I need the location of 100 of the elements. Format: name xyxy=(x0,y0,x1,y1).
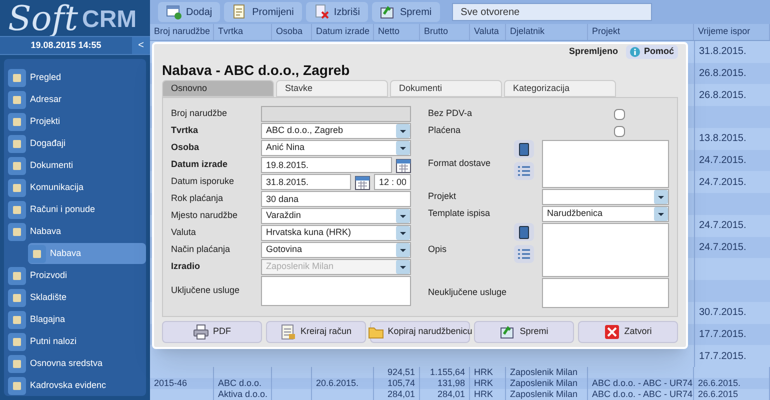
toolbar-button[interactable]: Promijeni xyxy=(224,2,302,22)
dropdown[interactable]: Varaždin xyxy=(261,208,411,224)
menu-item[interactable]: Nabava xyxy=(8,221,146,242)
field-label: Projekt xyxy=(428,190,458,204)
menu-item[interactable]: Blagajna xyxy=(8,309,146,330)
menu-item[interactable]: Događaji xyxy=(8,133,146,154)
dialog-button[interactable]: Spremi xyxy=(474,321,574,343)
text-area[interactable] xyxy=(542,278,669,308)
table-cell: Zaposlenik Milan xyxy=(506,389,588,400)
menu-item[interactable]: Nabava xyxy=(28,243,146,264)
field-label: Mjesto narudžbe xyxy=(171,209,239,222)
field-label: Tvrtka xyxy=(171,124,200,138)
dialog-button[interactable]: Kopiraj narudžbenicu xyxy=(370,321,470,343)
tile-icon xyxy=(28,244,46,262)
table-cell: 26.6.2015 xyxy=(694,389,770,400)
menu-item[interactable]: Kadrovska evidenc xyxy=(8,375,146,396)
field-label: Template ispisa xyxy=(428,207,492,220)
book-button[interactable] xyxy=(514,223,534,241)
column-header[interactable]: Broj narudžbe xyxy=(150,24,214,40)
input-field[interactable]: 31.8.2015. xyxy=(261,174,351,190)
tile-icon xyxy=(8,156,26,174)
toolbar-button[interactable]: Dodaj xyxy=(158,2,220,22)
menu-item[interactable]: Dokumenti xyxy=(8,155,146,176)
field-label: Datum izrade xyxy=(171,158,229,172)
column-header[interactable]: Osoba xyxy=(272,24,312,40)
tile-icon xyxy=(8,68,26,86)
tab[interactable]: Kategorizacija xyxy=(504,80,616,97)
filter-dropdown[interactable]: Sve otvorene xyxy=(452,3,652,21)
field-label: Plaćena xyxy=(428,124,462,138)
menu-item[interactable]: Projekti xyxy=(8,111,146,132)
field-label: Datum isporuke xyxy=(171,175,236,188)
tile-icon xyxy=(8,354,26,372)
dropdown[interactable]: Gotovina xyxy=(261,242,411,258)
column-header[interactable]: Valuta xyxy=(470,24,506,40)
save-arrow-icon xyxy=(500,324,516,340)
dialog-button[interactable]: Kreiraj račun xyxy=(266,321,366,343)
field-label: Izradio xyxy=(171,260,202,274)
list-icon xyxy=(518,166,530,176)
column-header[interactable]: Djelatnik xyxy=(506,24,588,40)
text-area[interactable] xyxy=(261,276,411,306)
menu-item[interactable]: Adresar xyxy=(8,89,146,110)
column-header[interactable]: Netto xyxy=(374,24,420,40)
tile-icon xyxy=(8,288,26,306)
toolbar-button[interactable]: Izbriši xyxy=(306,2,368,22)
dropdown[interactable]: Hrvatska kuna (HRK) xyxy=(261,225,411,241)
tab[interactable]: Osnovno xyxy=(162,80,274,97)
menu-item[interactable]: Proizvodi xyxy=(8,265,146,286)
collapse-button[interactable]: < xyxy=(132,36,150,54)
menu-item[interactable]: Komunikacija xyxy=(8,177,146,198)
menu-item[interactable]: Računi i ponude xyxy=(8,199,146,220)
input-field[interactable]: 12 : 00 xyxy=(374,174,411,190)
info-icon xyxy=(630,47,640,57)
dropdown[interactable]: ABC d.o.o., Zagreb xyxy=(261,123,411,139)
checkbox[interactable] xyxy=(614,108,625,120)
table-cell: Aktiva d.o.o. xyxy=(214,389,272,400)
dialog-button[interactable]: Zatvori xyxy=(578,321,678,343)
input-field[interactable]: 19.8.2015. xyxy=(261,157,392,173)
menu-item[interactable]: Osnovna sredstva xyxy=(8,353,146,374)
text-area[interactable] xyxy=(542,140,669,188)
calendar-icon xyxy=(355,174,370,190)
menu-item[interactable]: Skladište xyxy=(8,287,146,308)
column-header[interactable]: Projekt xyxy=(588,24,694,40)
book-icon xyxy=(519,142,529,156)
field-label: Rok plaćanja xyxy=(171,192,224,206)
tile-icon xyxy=(8,112,26,130)
table-cell: ABC d.o.o. - ABC - UR74 xyxy=(588,389,694,400)
column-header[interactable]: Tvrtka xyxy=(214,24,272,40)
calendar-icon xyxy=(396,158,411,172)
document-icon xyxy=(280,324,296,340)
save-arrow-icon xyxy=(380,4,396,20)
dropdown[interactable]: Narudžbenica xyxy=(542,206,669,222)
tile-icon xyxy=(8,134,26,152)
save-status: Spremljeno xyxy=(568,45,618,58)
field-label: Uključene usluge xyxy=(171,284,241,298)
menu-item[interactable]: Putni nalozi xyxy=(8,331,146,352)
list-button[interactable] xyxy=(514,245,534,263)
column-header[interactable]: Datum izrade xyxy=(312,24,374,40)
close-icon xyxy=(604,324,620,340)
tab[interactable]: Dokumenti xyxy=(390,80,502,97)
tab[interactable]: Stavke xyxy=(276,80,388,97)
dialog-button[interactable]: PDF xyxy=(162,321,262,343)
field-label: Način plaćanja xyxy=(171,243,232,256)
column-header[interactable]: Brutto xyxy=(420,24,470,40)
help-button[interactable]: Pomoć xyxy=(626,45,678,59)
tile-icon xyxy=(8,332,26,350)
text-area[interactable] xyxy=(542,223,669,277)
list-button[interactable] xyxy=(514,162,534,180)
tile-icon xyxy=(8,310,26,328)
tile-icon xyxy=(8,200,26,218)
column-header[interactable]: Vrijeme ispor xyxy=(694,24,770,40)
dropdown[interactable] xyxy=(542,189,669,205)
table-cell: 284,01 xyxy=(420,389,470,400)
checkbox[interactable] xyxy=(614,126,625,136)
tile-icon xyxy=(8,376,26,394)
book-icon xyxy=(519,226,529,238)
dropdown[interactable]: Anić Nina xyxy=(261,140,411,156)
book-button[interactable] xyxy=(514,140,534,158)
menu-item[interactable]: Pregled xyxy=(8,67,146,88)
toolbar-button[interactable]: Spremi xyxy=(372,2,440,22)
input-field[interactable]: 30 dana xyxy=(261,191,411,207)
